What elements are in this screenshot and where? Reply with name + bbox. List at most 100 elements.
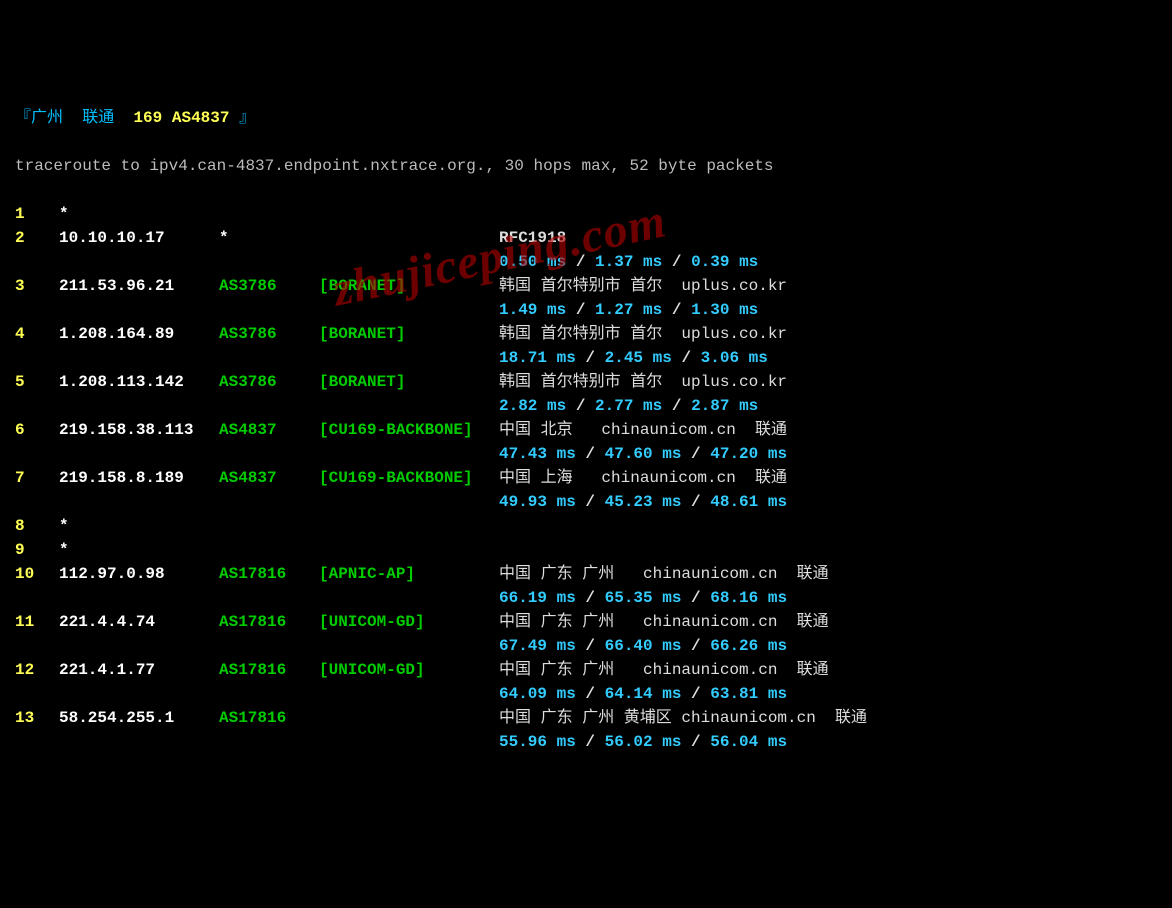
latency-value: 48.61 ms <box>710 493 787 511</box>
hop-latency-row: 2.82 ms / 2.77 ms / 2.87 ms <box>15 394 1157 418</box>
latency-value: 67.49 ms <box>499 637 576 655</box>
hop-number: 7 <box>15 466 59 490</box>
hop-row: 12221.4.1.77AS17816[UNICOM-GD]中国 广东 广州 c… <box>15 658 1157 682</box>
latency-value: 56.04 ms <box>710 733 787 751</box>
hop-latency: 64.09 ms / 64.14 ms / 63.81 ms <box>15 682 787 706</box>
header-asn: 169 AS4837 <box>133 109 229 127</box>
hop-number: 2 <box>15 226 59 250</box>
hop-asn: * <box>219 226 319 250</box>
latency-separator: / <box>681 685 710 703</box>
latency-separator: / <box>566 397 595 415</box>
latency-value: 47.60 ms <box>605 445 682 463</box>
hop-ip: 221.4.1.77 <box>59 658 219 682</box>
latency-separator: / <box>576 445 605 463</box>
latency-separator: / <box>681 589 710 607</box>
hop-geo: 中国 广东 广州 chinaunicom.cn 联通 <box>499 562 1157 586</box>
hop-asn <box>219 514 319 538</box>
hop-row: 41.208.164.89AS3786[BORANET]韩国 首尔特别市 首尔 … <box>15 322 1157 346</box>
header-carrier: 联通 <box>82 109 114 127</box>
hop-ip: 1.208.164.89 <box>59 322 219 346</box>
hop-asname: [CU169-BACKBONE] <box>319 466 499 490</box>
hop-latency: 66.19 ms / 65.35 ms / 68.16 ms <box>15 586 787 610</box>
hop-geo: 中国 广东 广州 黄埔区 chinaunicom.cn 联通 <box>499 706 1157 730</box>
route-header: 『广州 联通 169 AS4837 』 <box>15 106 1157 130</box>
hop-latency-row: 1.49 ms / 1.27 ms / 1.30 ms <box>15 298 1157 322</box>
hop-geo <box>499 514 1157 538</box>
latency-value: 2.82 ms <box>499 397 566 415</box>
hop-asn: AS17816 <box>219 658 319 682</box>
hop-geo <box>499 202 1157 226</box>
hop-latency: 55.96 ms / 56.02 ms / 56.04 ms <box>15 730 787 754</box>
latency-value: 66.40 ms <box>605 637 682 655</box>
latency-separator: / <box>672 349 701 367</box>
latency-separator: / <box>576 637 605 655</box>
latency-value: 66.19 ms <box>499 589 576 607</box>
hop-geo: 中国 北京 chinaunicom.cn 联通 <box>499 418 1157 442</box>
latency-value: 55.96 ms <box>499 733 576 751</box>
hop-latency-row: 67.49 ms / 66.40 ms / 66.26 ms <box>15 634 1157 658</box>
latency-separator: / <box>662 253 691 271</box>
hop-latency: 67.49 ms / 66.40 ms / 66.26 ms <box>15 634 787 658</box>
hop-latency: 18.71 ms / 2.45 ms / 3.06 ms <box>15 346 768 370</box>
hop-ip: 219.158.38.113 <box>59 418 219 442</box>
hop-number: 12 <box>15 658 59 682</box>
hop-row: 1358.254.255.1AS17816 中国 广东 广州 黄埔区 chinau… <box>15 706 1157 730</box>
latency-separator: / <box>576 493 605 511</box>
hop-latency-row: 47.43 ms / 47.60 ms / 47.20 ms <box>15 442 1157 466</box>
hop-ip: * <box>59 514 219 538</box>
hop-asname <box>319 538 499 562</box>
hop-geo: 中国 广东 广州 chinaunicom.cn 联通 <box>499 610 1157 634</box>
hop-latency-row: 0.50 ms / 1.37 ms / 0.39 ms <box>15 250 1157 274</box>
hop-number: 1 <box>15 202 59 226</box>
latency-value: 1.49 ms <box>499 301 566 319</box>
latency-value: 63.81 ms <box>710 685 787 703</box>
latency-value: 64.14 ms <box>605 685 682 703</box>
latency-separator: / <box>681 493 710 511</box>
latency-value: 65.35 ms <box>605 589 682 607</box>
hop-asn: AS17816 <box>219 562 319 586</box>
hop-ip: 10.10.10.17 <box>59 226 219 250</box>
latency-value: 66.26 ms <box>710 637 787 655</box>
hop-geo <box>499 538 1157 562</box>
hop-latency-row: 55.96 ms / 56.02 ms / 56.04 ms <box>15 730 1157 754</box>
latency-value: 2.45 ms <box>605 349 672 367</box>
latency-separator: / <box>662 397 691 415</box>
latency-value: 68.16 ms <box>710 589 787 607</box>
latency-separator: / <box>576 733 605 751</box>
latency-separator: / <box>566 253 595 271</box>
hop-asname <box>319 202 499 226</box>
latency-separator: / <box>681 637 710 655</box>
hop-latency: 0.50 ms / 1.37 ms / 0.39 ms <box>15 250 758 274</box>
hop-row: 7219.158.8.189AS4837[CU169-BACKBONE]中国 上… <box>15 466 1157 490</box>
hop-asn: AS3786 <box>219 370 319 394</box>
hop-latency: 1.49 ms / 1.27 ms / 1.30 ms <box>15 298 758 322</box>
hop-asname: [UNICOM-GD] <box>319 658 499 682</box>
latency-value: 2.87 ms <box>691 397 758 415</box>
hop-number: 13 <box>15 706 59 730</box>
hop-latency: 2.82 ms / 2.77 ms / 2.87 ms <box>15 394 758 418</box>
hop-latency-row: 66.19 ms / 65.35 ms / 68.16 ms <box>15 586 1157 610</box>
hop-geo: 韩国 首尔特别市 首尔 uplus.co.kr <box>499 370 1157 394</box>
latency-value: 2.77 ms <box>595 397 662 415</box>
hop-ip: * <box>59 538 219 562</box>
hop-asname: [CU169-BACKBONE] <box>319 418 499 442</box>
hop-asname: [UNICOM-GD] <box>319 610 499 634</box>
hop-number: 5 <box>15 370 59 394</box>
hop-geo: 韩国 首尔特别市 首尔 uplus.co.kr <box>499 322 1157 346</box>
hop-asn: AS17816 <box>219 706 319 730</box>
hop-ip: 221.4.4.74 <box>59 610 219 634</box>
hop-asname: [BORANET] <box>319 370 499 394</box>
hop-asn: AS3786 <box>219 274 319 298</box>
header-suffix: 』 <box>229 109 255 127</box>
latency-value: 49.93 ms <box>499 493 576 511</box>
hop-number: 10 <box>15 562 59 586</box>
hop-ip: 58.254.255.1 <box>59 706 219 730</box>
hop-row: 6219.158.38.113AS4837[CU169-BACKBONE]中国 … <box>15 418 1157 442</box>
hop-latency-row: 49.93 ms / 45.23 ms / 48.61 ms <box>15 490 1157 514</box>
hop-row: 9* <box>15 538 1157 562</box>
hop-latency-row: 64.09 ms / 64.14 ms / 63.81 ms <box>15 682 1157 706</box>
hop-geo: 韩国 首尔特别市 首尔 uplus.co.kr <box>499 274 1157 298</box>
latency-value: 64.09 ms <box>499 685 576 703</box>
latency-separator: / <box>576 685 605 703</box>
latency-value: 1.27 ms <box>595 301 662 319</box>
